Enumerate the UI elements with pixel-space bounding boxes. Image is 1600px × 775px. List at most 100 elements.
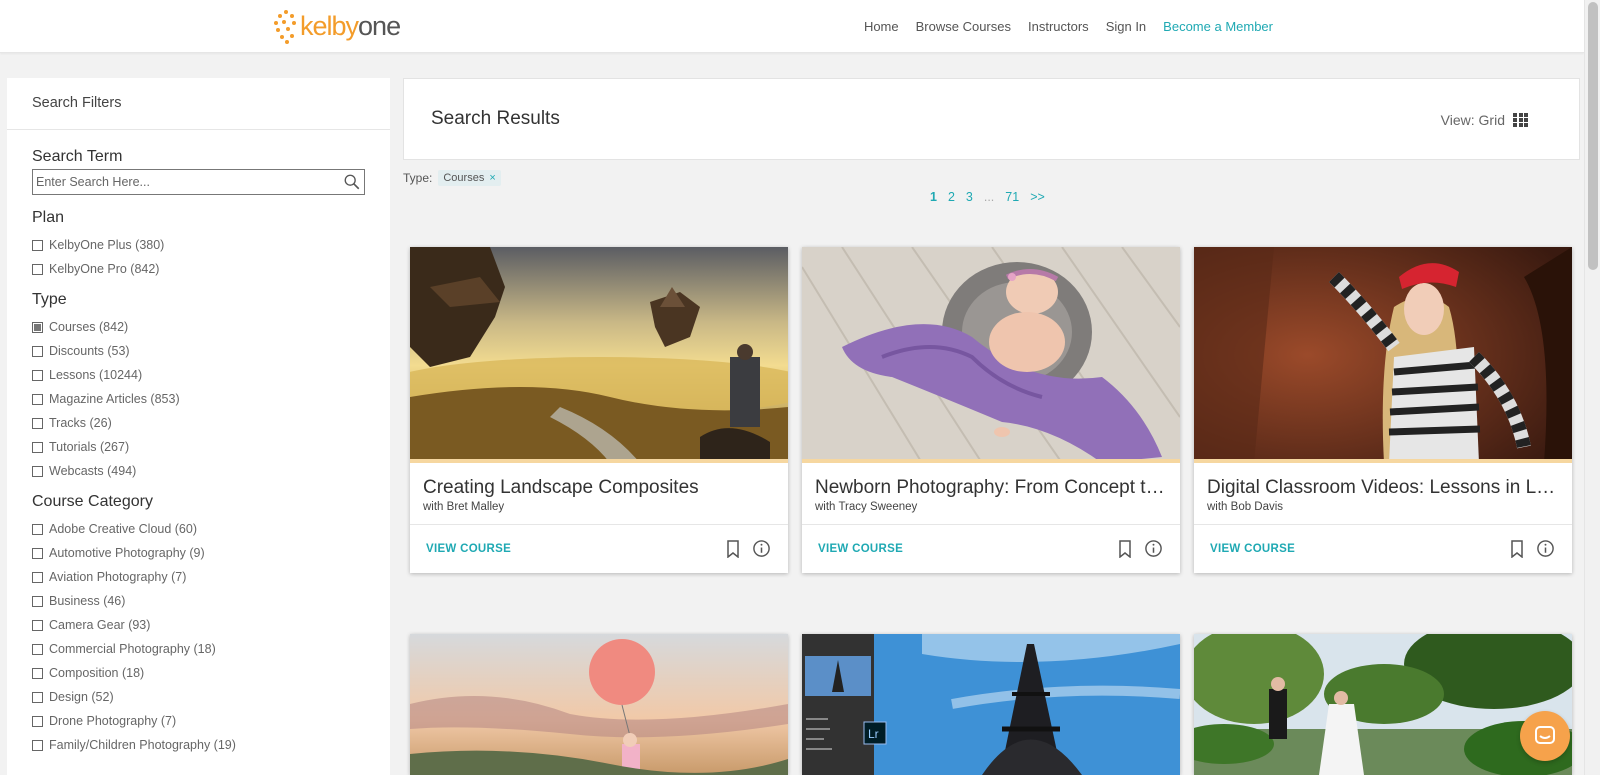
course-card[interactable]: Newborn Photography: From Concept to Cre… — [802, 247, 1180, 573]
checkbox[interactable] — [32, 691, 43, 703]
search-input[interactable] — [33, 171, 333, 193]
course-card[interactable] — [410, 634, 788, 775]
filter-option[interactable]: Lessons (10244) — [32, 363, 365, 387]
page-ellipsis: ... — [983, 190, 995, 204]
course-title[interactable]: Creating Landscape Composites — [423, 477, 775, 499]
view-course-button[interactable]: VIEW COURSE — [426, 543, 511, 555]
filter-option[interactable]: Magazine Articles (853) — [32, 387, 365, 411]
filter-option[interactable]: Aviation Photography (7) — [32, 565, 365, 589]
checkbox[interactable] — [32, 263, 43, 275]
checkbox[interactable] — [32, 369, 43, 381]
filter-option[interactable]: KelbyOne Pro (842) — [32, 257, 365, 281]
filter-option[interactable]: KelbyOne Plus (380) — [32, 233, 365, 257]
nav-home[interactable]: Home — [864, 19, 899, 34]
filter-option[interactable]: Automotive Photography (9) — [32, 541, 365, 565]
filter-option[interactable]: Discounts (53) — [32, 339, 365, 363]
info-icon[interactable] — [752, 539, 771, 558]
card-accent-bar — [802, 459, 1180, 463]
checkbox[interactable] — [32, 619, 43, 631]
filter-option[interactable]: Courses (842) — [32, 315, 365, 339]
filter-option[interactable]: Camera Gear (93) — [32, 613, 365, 637]
checkbox[interactable] — [32, 715, 43, 727]
checkbox[interactable] — [32, 571, 43, 583]
filter-option[interactable]: Composition (18) — [32, 661, 365, 685]
checkbox[interactable] — [32, 239, 43, 251]
wedding-couple-image[interactable] — [1194, 634, 1572, 775]
page-2[interactable]: 2 — [948, 190, 955, 204]
nav-instructors[interactable]: Instructors — [1028, 19, 1089, 34]
nav-browse-courses[interactable]: Browse Courses — [916, 19, 1011, 34]
checkbox[interactable] — [32, 465, 43, 477]
scrollbar-thumb[interactable] — [1588, 2, 1598, 270]
course-card[interactable] — [1194, 634, 1572, 775]
filter-option[interactable]: Drone Photography (7) — [32, 709, 365, 733]
search-box — [32, 169, 365, 195]
pagination: 1 2 3 ... 71 >> — [930, 190, 1045, 204]
chat-icon — [1535, 726, 1555, 744]
filter-option[interactable]: Design (52) — [32, 685, 365, 709]
filter-option[interactable]: Family/Children Photography (19) — [32, 733, 365, 757]
search-filters-panel: Search Filters Search Term Plan KelbyOne… — [7, 78, 390, 775]
filter-group-title: Plan — [32, 209, 65, 226]
checkbox[interactable] — [32, 345, 43, 357]
search-term-label: Search Term — [32, 148, 123, 165]
checkbox[interactable] — [32, 547, 43, 559]
page-title: Search Results — [431, 108, 560, 129]
checkbox[interactable] — [32, 595, 43, 607]
filter-option[interactable]: Adobe Creative Cloud (60) — [32, 517, 365, 541]
course-thumbnail[interactable] — [802, 247, 1180, 463]
filter-option[interactable]: Tracks (26) — [32, 411, 365, 435]
balloon-child-image[interactable] — [410, 634, 788, 775]
card-accent-bar — [410, 459, 788, 463]
course-card[interactable]: Lr — [802, 634, 1180, 775]
nav-become-member[interactable]: Become a Member — [1163, 19, 1273, 34]
view-toggle[interactable]: View: Grid — [1441, 112, 1529, 128]
checkbox[interactable] — [32, 393, 43, 405]
kelbyone-logo[interactable]: kelbyone — [272, 6, 401, 46]
course-title[interactable]: Newborn Photography: From Concept to Cre… — [815, 477, 1167, 499]
page-scrollbar[interactable] — [1584, 0, 1600, 775]
filter-option[interactable]: Tutorials (267) — [32, 435, 365, 459]
view-course-button[interactable]: VIEW COURSE — [1210, 543, 1295, 555]
bookmark-icon[interactable] — [1510, 540, 1524, 558]
checkbox[interactable] — [32, 523, 43, 535]
checkbox[interactable] — [32, 441, 43, 453]
checkbox[interactable] — [32, 667, 43, 679]
filter-option[interactable]: Business (46) — [32, 589, 365, 613]
course-instructor: with Bob Davis — [1207, 501, 1284, 513]
checkbox-checked[interactable] — [32, 321, 43, 333]
nav-sign-in[interactable]: Sign In — [1106, 19, 1146, 34]
checkbox[interactable] — [32, 739, 43, 751]
course-card[interactable]: Digital Classroom Videos: Lessons in Lig… — [1194, 247, 1572, 573]
page-1[interactable]: 1 — [930, 190, 937, 204]
course-thumbnail[interactable] — [1194, 247, 1572, 463]
bookmark-icon[interactable] — [726, 540, 740, 558]
filter-option[interactable]: Webcasts (494) — [32, 459, 365, 483]
main-nav: Home Browse Courses Instructors Sign In … — [864, 0, 1273, 52]
checkbox[interactable] — [32, 643, 43, 655]
filter-group-course-category: Course Category Adobe Creative Cloud (60… — [32, 493, 365, 757]
filter-chip-courses[interactable]: Courses × — [438, 170, 501, 186]
newborn-photo-image — [802, 247, 1180, 463]
lightroom-eiffel-image[interactable]: Lr — [802, 634, 1180, 775]
page-next[interactable]: >> — [1030, 190, 1045, 204]
filter-option[interactable]: Commercial Photography (18) — [32, 637, 365, 661]
chat-button[interactable] — [1520, 711, 1570, 761]
page-3[interactable]: 3 — [966, 190, 973, 204]
info-icon[interactable] — [1144, 539, 1163, 558]
chip-close-icon[interactable]: × — [489, 172, 495, 184]
course-thumbnail[interactable] — [410, 247, 788, 463]
active-filters: Type: Courses × — [403, 170, 501, 186]
filter-group-type: Type Courses (842) Discounts (53) Lesson… — [32, 291, 365, 483]
filter-group-plan: Plan KelbyOne Plus (380) KelbyOne Pro (8… — [32, 209, 365, 281]
view-course-button[interactable]: VIEW COURSE — [818, 543, 903, 555]
info-icon[interactable] — [1536, 539, 1555, 558]
checkbox[interactable] — [32, 417, 43, 429]
course-title[interactable]: Digital Classroom Videos: Lessons in Lig… — [1207, 477, 1559, 499]
portrait-woman-image — [1194, 247, 1572, 463]
course-card[interactable]: Creating Landscape Composites with Bret … — [410, 247, 788, 573]
search-icon[interactable] — [343, 173, 361, 191]
bookmark-icon[interactable] — [1118, 540, 1132, 558]
page-71[interactable]: 71 — [1005, 190, 1019, 204]
grid-view-icon[interactable] — [1513, 113, 1529, 127]
